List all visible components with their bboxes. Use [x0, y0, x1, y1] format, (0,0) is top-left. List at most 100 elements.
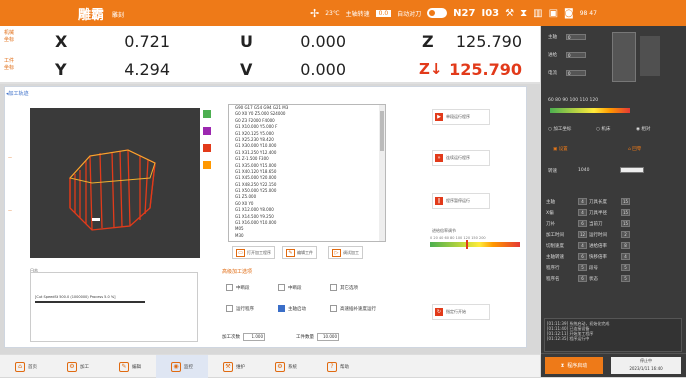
chart-icon[interactable]: ▥: [533, 8, 542, 19]
nav-item-2[interactable]: ✎ 编辑: [104, 355, 156, 378]
load-bar: [550, 108, 630, 113]
hourglass-icon[interactable]: ⧗: [520, 8, 527, 19]
spindle-input[interactable]: [620, 167, 644, 173]
nav-item-1[interactable]: ⚙ 加工: [52, 355, 104, 378]
lock-icon[interactable]: ▣: [549, 8, 558, 19]
param-cell[interactable]: 4: [578, 242, 587, 249]
ratio-ticks: 0 20 40 60 80 100 120 150 200: [430, 236, 486, 240]
param-cell[interactable]: 5: [621, 275, 630, 282]
right-row-0-value[interactable]: 0: [566, 34, 586, 40]
nav-item-5[interactable]: ⚙ 系统: [260, 355, 312, 378]
bottom-nav: ⌂ 首页 ⚙ 加工 ✎ 编辑 ◉ 监控 ⚒ 维护 ⚙ 系统? 帮助: [0, 354, 540, 378]
toolpath-drawing: [69, 149, 156, 231]
param-cell[interactable]: 15: [621, 220, 630, 227]
program-line[interactable]: M30: [229, 233, 385, 239]
legend-orange: [203, 161, 211, 169]
nav-item-3[interactable]: ◉ 监控: [156, 355, 208, 378]
load-scale: 60 80 90 100 110 120: [548, 98, 599, 103]
param-cell: X偏: [546, 210, 554, 216]
spindle-label: 转速: [548, 169, 557, 174]
open-program-button[interactable]: ▭ 打开加工程序: [232, 246, 275, 259]
legend-red: [203, 144, 211, 152]
radio-coord[interactable]: ○ 加工坐标: [548, 126, 571, 132]
param-cell: 段号: [589, 265, 598, 271]
option-4[interactable]: 运行程序: [226, 305, 254, 312]
wrench-icon[interactable]: ⚒: [505, 8, 514, 19]
maintain-icon: ⚒: [223, 361, 233, 372]
help-icon: ?: [327, 361, 337, 372]
param-cell[interactable]: 5: [578, 264, 587, 271]
param-cell[interactable]: 8: [621, 242, 630, 249]
nav-item-4[interactable]: ⚒ 维护: [208, 355, 260, 378]
edit-workpiece-button[interactable]: ✎ 编辑工件: [282, 246, 317, 259]
param-cell[interactable]: 15: [621, 198, 630, 205]
u-axis-label: U: [240, 32, 253, 51]
nav-item-0[interactable]: ⌂ 首页: [0, 355, 52, 378]
workpiece-count-input[interactable]: 10.000: [317, 333, 339, 341]
log-box: [Cut SpeedSt 500.0 (1000000) Process 5.0…: [30, 272, 198, 342]
feed-ratio-gauge[interactable]: 0 20 40 60 80 100 120 150 200: [430, 236, 520, 249]
option-6-checkbox[interactable]: [330, 305, 337, 312]
right-row-0-label: 主轴: [548, 35, 557, 40]
program-list[interactable]: G90 G17 G54 G94 G21 M3 G0 X0 Y0 Z5.000 S2…: [228, 104, 386, 242]
param-cell[interactable]: 5: [621, 264, 630, 271]
program-scrollbar[interactable]: [379, 105, 385, 241]
param-cell[interactable]: 4: [621, 253, 630, 260]
option-3-checkbox[interactable]: [330, 284, 337, 291]
folder-icon: ▭: [236, 248, 245, 257]
option-1-checkbox[interactable]: [226, 284, 233, 291]
option-2-checkbox[interactable]: [278, 284, 285, 291]
toolpath-3d-view[interactable]: [30, 108, 200, 258]
process-count-input[interactable]: 1.000: [243, 333, 265, 341]
nav-item-6[interactable]: ? 帮助: [312, 355, 364, 378]
app-subtitle: 雕刻: [112, 12, 125, 19]
option-3[interactable]: 其它选项: [330, 284, 358, 291]
option-2[interactable]: 中断段: [278, 284, 302, 291]
option-4-checkbox[interactable]: [226, 305, 233, 312]
radio-machine[interactable]: ○ 机床: [596, 126, 610, 132]
param-cell[interactable]: 4: [578, 209, 587, 216]
param-cell[interactable]: 4: [578, 198, 587, 205]
user-icon[interactable]: ◙: [564, 8, 574, 19]
option-1[interactable]: 中断段: [226, 284, 250, 291]
pause-button[interactable]: ‖ 程序暂停运行: [432, 193, 490, 209]
counter-i03: I03: [481, 7, 500, 19]
param-cell[interactable]: 2: [621, 231, 630, 238]
program-start-button[interactable]: ⧗ 程序启动: [545, 357, 603, 374]
param-cell[interactable]: 12: [578, 231, 587, 238]
status-text: 98 47: [579, 9, 597, 17]
work-coord-tab[interactable]: 工件 坐标: [4, 58, 14, 72]
radio-relative[interactable]: ◉ 相对: [636, 126, 650, 132]
param-cell[interactable]: 6: [578, 253, 587, 260]
fast-forward-icon: »: [435, 154, 443, 162]
restart-line-button[interactable]: ↻ 指定行开始: [432, 304, 490, 320]
nav-label: 系统: [288, 364, 297, 370]
option-6[interactable]: 高速插补速度运行: [330, 305, 376, 312]
rpm-value: 0.0: [375, 9, 392, 17]
right-row-2-label: 电流: [548, 71, 557, 76]
counter-n27: N27: [453, 7, 476, 19]
right-row-1-value[interactable]: 0: [566, 52, 586, 58]
tab-toolpath[interactable]: ◂加工轨迹: [6, 90, 29, 97]
single-run-button[interactable]: ▶ 单段运行程序: [432, 109, 490, 125]
debug-button[interactable]: ▷ 调试加工: [328, 246, 363, 259]
toggle-switch[interactable]: [427, 8, 448, 18]
param-row: 程序名 6 状态 5: [546, 273, 682, 284]
param-cell[interactable]: 15: [621, 209, 630, 216]
machine-coord-tab[interactable]: 机械 坐标: [4, 30, 14, 44]
ratio-marker[interactable]: [466, 240, 468, 249]
param-cell[interactable]: 6: [578, 275, 587, 282]
param-row: 切削速度 4 进给倍率 8: [546, 240, 682, 251]
continuous-run-button[interactable]: » 连续运行程序: [432, 150, 490, 166]
param-row: X偏 4 刀具半径 15: [546, 207, 682, 218]
param-cell[interactable]: 6: [578, 220, 587, 227]
right-row-2-value[interactable]: 0: [566, 70, 586, 76]
home-button[interactable]: ⌂ 回零: [628, 146, 641, 152]
fan-icon[interactable]: ✢: [310, 7, 319, 20]
option-5[interactable]: 主轴启动: [278, 305, 306, 312]
option-5-checkbox[interactable]: [278, 305, 285, 312]
setting-button[interactable]: ▣ 设置: [553, 146, 568, 152]
param-cell: 刀补: [546, 221, 555, 227]
ratio-label: 进给倍率调节: [432, 228, 456, 233]
y-axis-value: 4.294: [124, 60, 170, 79]
